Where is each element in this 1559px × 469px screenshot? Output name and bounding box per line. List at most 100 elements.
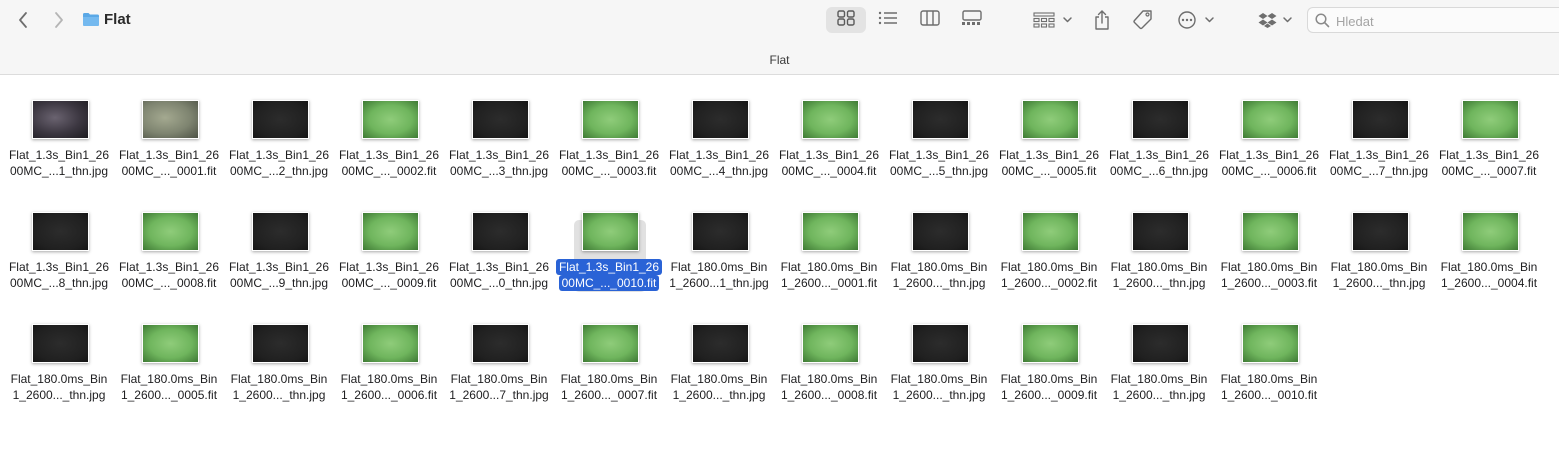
- file-thumbnail[interactable]: [362, 324, 419, 363]
- file-item[interactable]: Flat_180.0ms_Bin 1_2600..._0010.fit: [1214, 312, 1324, 424]
- file-thumbnail[interactable]: [802, 100, 859, 139]
- file-thumbnail[interactable]: [142, 212, 199, 251]
- file-thumbnail[interactable]: [692, 100, 749, 139]
- file-item[interactable]: Flat_1.3s_Bin1_26 00MC_..._0005.fit: [994, 88, 1104, 200]
- column-view-button[interactable]: [910, 7, 950, 33]
- file-name[interactable]: Flat_1.3s_Bin1_26 00MC_...9_thn.jpg: [224, 259, 334, 291]
- file-thumbnail[interactable]: [1132, 212, 1189, 251]
- file-item[interactable]: Flat_1.3s_Bin1_26 00MC_...2_thn.jpg: [224, 88, 334, 200]
- file-thumbnail[interactable]: [582, 212, 639, 251]
- file-item[interactable]: Flat_180.0ms_Bin 1_2600..._0005.fit: [114, 312, 224, 424]
- file-name[interactable]: Flat_180.0ms_Bin 1_2600..._0006.fit: [334, 371, 444, 403]
- file-name[interactable]: Flat_180.0ms_Bin 1_2600..._thn.jpg: [224, 371, 334, 403]
- file-thumbnail[interactable]: [252, 212, 309, 251]
- file-item[interactable]: Flat_1.3s_Bin1_26 00MC_..._0010.fit: [554, 200, 664, 312]
- file-item[interactable]: Flat_1.3s_Bin1_26 00MC_..._0003.fit: [554, 88, 664, 200]
- file-thumbnail[interactable]: [1352, 100, 1409, 139]
- file-thumbnail[interactable]: [1022, 100, 1079, 139]
- file-item[interactable]: Flat_1.3s_Bin1_26 00MC_...5_thn.jpg: [884, 88, 994, 200]
- file-name[interactable]: Flat_1.3s_Bin1_26 00MC_...4_thn.jpg: [664, 147, 774, 179]
- file-name[interactable]: Flat_180.0ms_Bin 1_2600..._0007.fit: [554, 371, 664, 403]
- tag-button[interactable]: [1130, 7, 1156, 33]
- file-name[interactable]: Flat_180.0ms_Bin 1_2600..._0004.fit: [1434, 259, 1544, 291]
- file-thumbnail[interactable]: [142, 100, 199, 139]
- file-item[interactable]: Flat_180.0ms_Bin 1_2600..._0006.fit: [334, 312, 444, 424]
- file-item[interactable]: Flat_180.0ms_Bin 1_2600..._thn.jpg: [884, 200, 994, 312]
- file-item[interactable]: Flat_180.0ms_Bin 1_2600..._thn.jpg: [884, 312, 994, 424]
- file-item[interactable]: Flat_1.3s_Bin1_26 00MC_..._0002.fit: [334, 88, 444, 200]
- file-name[interactable]: Flat_180.0ms_Bin 1_2600..._thn.jpg: [1324, 259, 1434, 291]
- file-item[interactable]: Flat_1.3s_Bin1_26 00MC_..._0006.fit: [1214, 88, 1324, 200]
- file-item[interactable]: Flat_180.0ms_Bin 1_2600..._0004.fit: [1434, 200, 1544, 312]
- file-item[interactable]: Flat_180.0ms_Bin 1_2600..._thn.jpg: [1324, 200, 1434, 312]
- search-input[interactable]: [1334, 11, 1553, 31]
- list-view-button[interactable]: [868, 7, 908, 33]
- file-name[interactable]: Flat_180.0ms_Bin 1_2600..._0002.fit: [994, 259, 1104, 291]
- file-name[interactable]: Flat_1.3s_Bin1_26 00MC_..._0007.fit: [1434, 147, 1544, 179]
- file-item[interactable]: Flat_180.0ms_Bin 1_2600..._thn.jpg: [224, 312, 334, 424]
- file-name[interactable]: Flat_180.0ms_Bin 1_2600...7_thn.jpg: [444, 371, 554, 403]
- file-thumbnail[interactable]: [1132, 324, 1189, 363]
- file-item[interactable]: Flat_1.3s_Bin1_26 00MC_..._0001.fit: [114, 88, 224, 200]
- file-item[interactable]: Flat_1.3s_Bin1_26 00MC_..._0007.fit: [1434, 88, 1544, 200]
- file-item[interactable]: Flat_180.0ms_Bin 1_2600..._thn.jpg: [1104, 200, 1214, 312]
- file-name[interactable]: Flat_180.0ms_Bin 1_2600..._0010.fit: [1214, 371, 1324, 403]
- file-name[interactable]: Flat_1.3s_Bin1_26 00MC_..._0001.fit: [114, 147, 224, 179]
- file-thumbnail[interactable]: [802, 212, 859, 251]
- file-name[interactable]: Flat_1.3s_Bin1_26 00MC_...0_thn.jpg: [444, 259, 554, 291]
- file-thumbnail[interactable]: [582, 324, 639, 363]
- file-thumbnail[interactable]: [802, 324, 859, 363]
- file-item[interactable]: Flat_1.3s_Bin1_26 00MC_...7_thn.jpg: [1324, 88, 1434, 200]
- file-thumbnail[interactable]: [472, 324, 529, 363]
- file-thumbnail[interactable]: [472, 212, 529, 251]
- file-name[interactable]: Flat_1.3s_Bin1_26 00MC_..._0003.fit: [554, 147, 664, 179]
- file-item[interactable]: Flat_180.0ms_Bin 1_2600..._0009.fit: [994, 312, 1104, 424]
- share-button[interactable]: [1090, 6, 1114, 34]
- file-thumbnail[interactable]: [912, 212, 969, 251]
- file-name[interactable]: Flat_1.3s_Bin1_26 00MC_...2_thn.jpg: [224, 147, 334, 179]
- file-thumbnail[interactable]: [1242, 100, 1299, 139]
- file-item[interactable]: Flat_180.0ms_Bin 1_2600...7_thn.jpg: [444, 312, 554, 424]
- file-name[interactable]: Flat_180.0ms_Bin 1_2600..._thn.jpg: [884, 371, 994, 403]
- file-name[interactable]: Flat_1.3s_Bin1_26 00MC_..._0005.fit: [994, 147, 1104, 179]
- file-name[interactable]: Flat_180.0ms_Bin 1_2600..._thn.jpg: [1104, 259, 1214, 291]
- file-item[interactable]: Flat_180.0ms_Bin 1_2600..._0008.fit: [774, 312, 884, 424]
- forward-icon[interactable]: [48, 8, 70, 32]
- file-name[interactable]: Flat_180.0ms_Bin 1_2600..._thn.jpg: [4, 371, 114, 403]
- file-item[interactable]: Flat_180.0ms_Bin 1_2600..._0001.fit: [774, 200, 884, 312]
- file-item[interactable]: Flat_180.0ms_Bin 1_2600..._thn.jpg: [1104, 312, 1214, 424]
- group-button[interactable]: [1032, 8, 1074, 32]
- file-name[interactable]: Flat_1.3s_Bin1_26 00MC_...1_thn.jpg: [4, 147, 114, 179]
- file-name[interactable]: Flat_180.0ms_Bin 1_2600...1_thn.jpg: [664, 259, 774, 291]
- file-item[interactable]: Flat_1.3s_Bin1_26 00MC_...9_thn.jpg: [224, 200, 334, 312]
- file-name[interactable]: Flat_1.3s_Bin1_26 00MC_...8_thn.jpg: [4, 259, 114, 291]
- file-name[interactable]: Flat_1.3s_Bin1_26 00MC_...7_thn.jpg: [1324, 147, 1434, 179]
- file-thumbnail[interactable]: [912, 324, 969, 363]
- file-item[interactable]: Flat_180.0ms_Bin 1_2600..._0003.fit: [1214, 200, 1324, 312]
- file-thumbnail[interactable]: [32, 100, 89, 139]
- file-thumbnail[interactable]: [472, 100, 529, 139]
- file-thumbnail[interactable]: [1242, 324, 1299, 363]
- file-item[interactable]: Flat_180.0ms_Bin 1_2600...1_thn.jpg: [664, 200, 774, 312]
- file-item[interactable]: Flat_1.3s_Bin1_26 00MC_...8_thn.jpg: [4, 200, 114, 312]
- file-name[interactable]: Flat_180.0ms_Bin 1_2600..._0001.fit: [774, 259, 884, 291]
- file-thumbnail[interactable]: [692, 324, 749, 363]
- gallery-view-button[interactable]: [952, 7, 992, 33]
- file-thumbnail[interactable]: [1462, 212, 1519, 251]
- file-item[interactable]: Flat_1.3s_Bin1_26 00MC_..._0008.fit: [114, 200, 224, 312]
- file-thumbnail[interactable]: [582, 100, 639, 139]
- file-thumbnail[interactable]: [142, 324, 199, 363]
- file-name[interactable]: Flat_1.3s_Bin1_26 00MC_..._0009.fit: [334, 259, 444, 291]
- file-item[interactable]: Flat_180.0ms_Bin 1_2600..._thn.jpg: [664, 312, 774, 424]
- file-name[interactable]: Flat_1.3s_Bin1_26 00MC_...5_thn.jpg: [884, 147, 994, 179]
- file-name[interactable]: Flat_180.0ms_Bin 1_2600..._thn.jpg: [884, 259, 994, 291]
- file-item[interactable]: Flat_1.3s_Bin1_26 00MC_..._0009.fit: [334, 200, 444, 312]
- file-name[interactable]: Flat_1.3s_Bin1_26 00MC_..._0004.fit: [774, 147, 884, 179]
- file-name[interactable]: Flat_180.0ms_Bin 1_2600..._thn.jpg: [664, 371, 774, 403]
- file-item[interactable]: Flat_1.3s_Bin1_26 00MC_...6_thn.jpg: [1104, 88, 1214, 200]
- file-name[interactable]: Flat_1.3s_Bin1_26 00MC_..._0010.fit: [554, 259, 664, 291]
- file-thumbnail[interactable]: [362, 100, 419, 139]
- file-thumbnail[interactable]: [1462, 100, 1519, 139]
- file-item[interactable]: Flat_1.3s_Bin1_26 00MC_..._0004.fit: [774, 88, 884, 200]
- more-button[interactable]: [1176, 8, 1216, 32]
